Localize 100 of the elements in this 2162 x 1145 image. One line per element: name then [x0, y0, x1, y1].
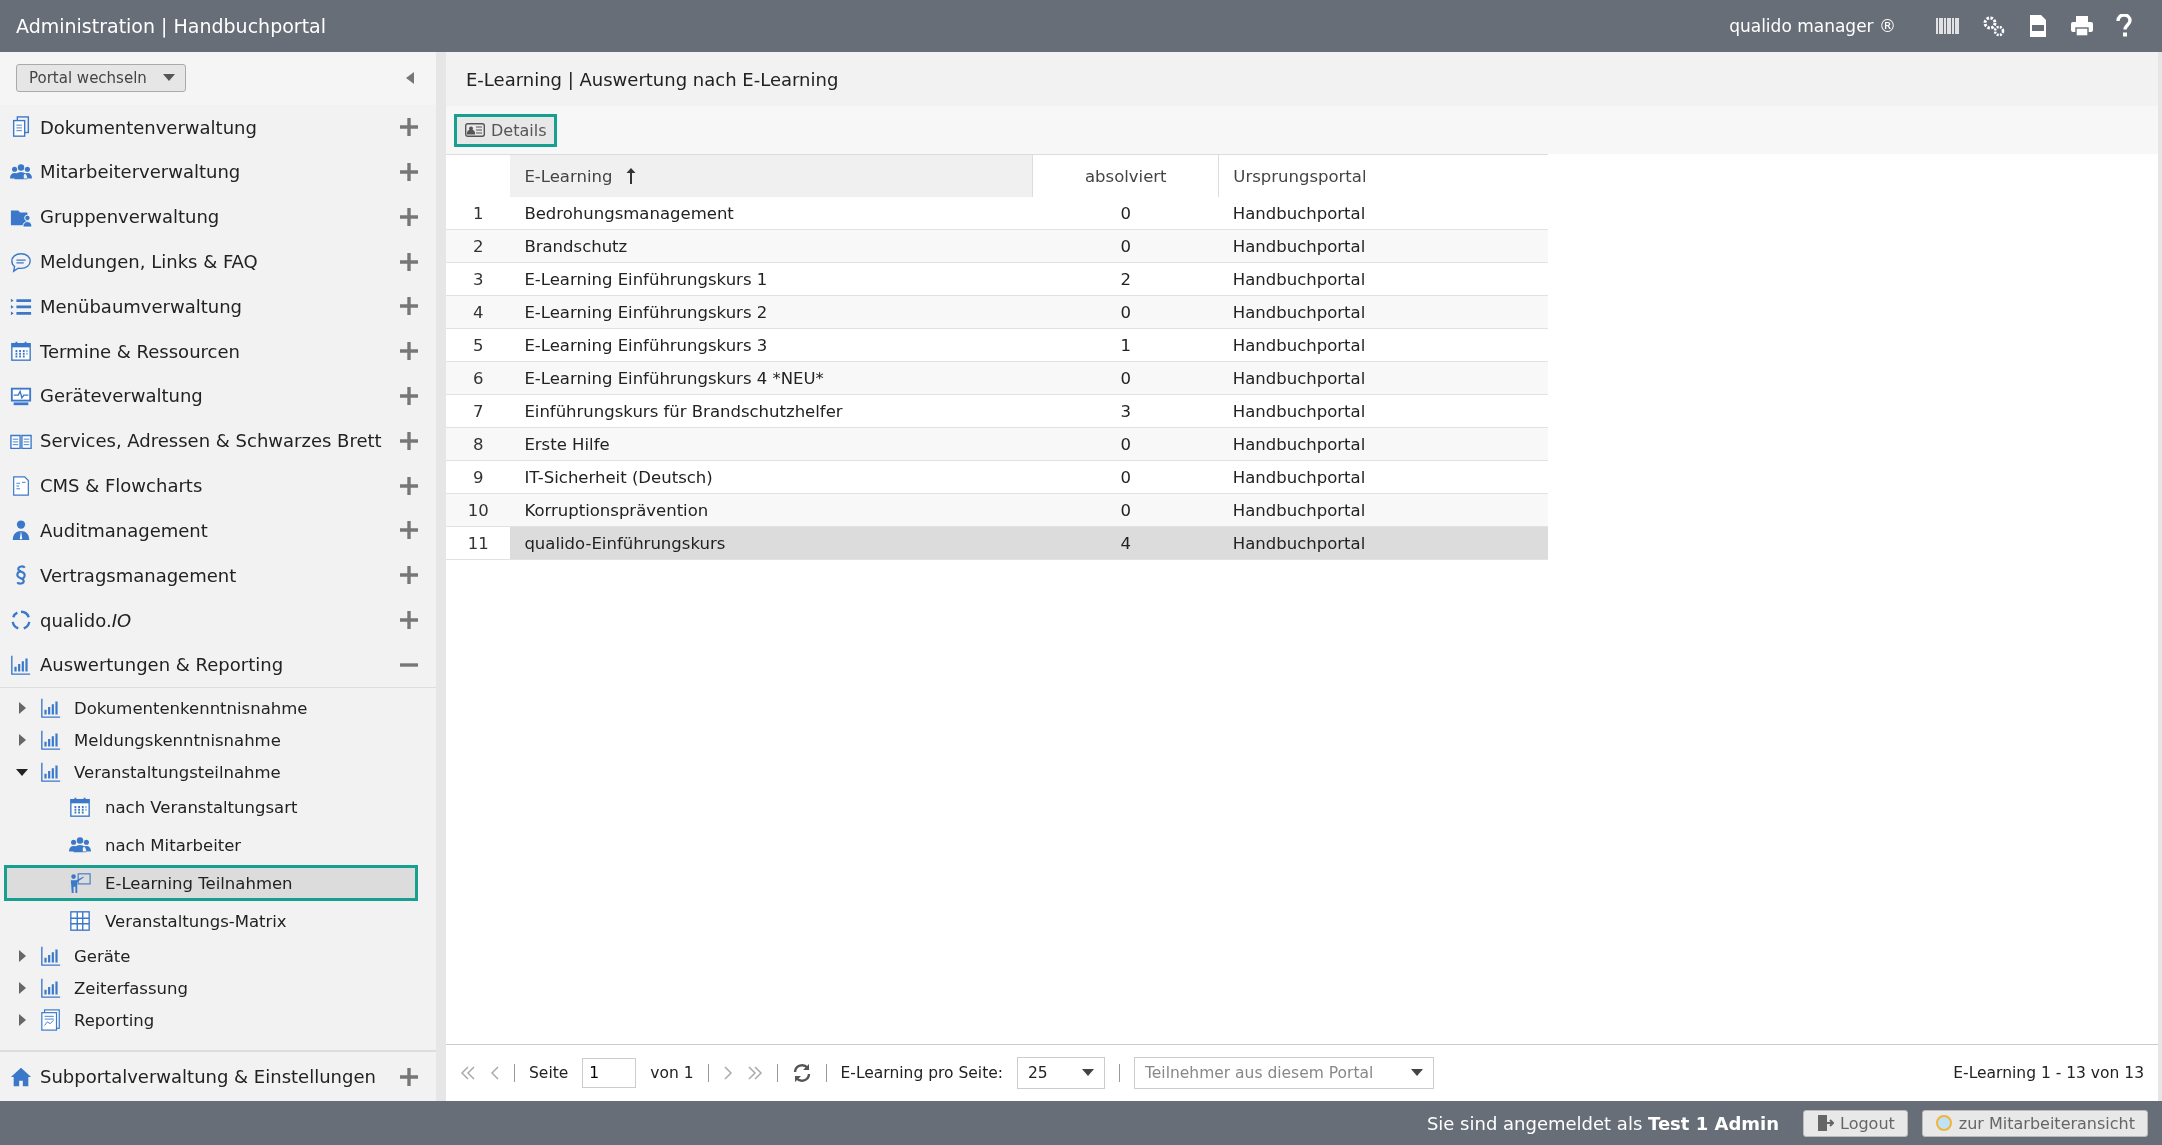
expand-icon[interactable] — [400, 342, 418, 361]
collapsed-arrow-icon[interactable] — [16, 734, 28, 747]
calendar-icon — [69, 796, 91, 819]
collapsed-arrow-icon[interactable] — [16, 1014, 28, 1027]
row-number: 7 — [446, 394, 511, 428]
caret-icon — [1411, 1069, 1423, 1077]
page-label: Seite — [529, 1064, 569, 1082]
table-cell: 0 — [1032, 493, 1219, 527]
tree-item[interactable]: Meldungskenntnisnahme — [74, 730, 281, 750]
table-cell: Einführungskurs für Brandschutzhelfer — [510, 394, 1033, 428]
table-cell: E-Learning Einführungskurs 3 — [510, 328, 1033, 362]
refresh-icon[interactable] — [791, 1063, 812, 1083]
tree-item-row[interactable]: nach Veranstaltungsart — [4, 789, 418, 826]
sidebar-item[interactable]: Subportalverwaltung & Einstellungen — [40, 1066, 392, 1088]
tree-item[interactable]: nach Mitarbeiter — [105, 835, 242, 855]
row-number: 3 — [446, 262, 511, 296]
tree-item[interactable]: Dokumentenkenntnisnahme — [74, 698, 308, 718]
expand-icon[interactable] — [400, 252, 418, 271]
collapsed-arrow-icon[interactable] — [16, 982, 28, 995]
tree-item[interactable]: Veranstaltungs-Matrix — [105, 911, 287, 931]
sidebar-item[interactable]: Auswertungen & Reporting — [40, 654, 392, 676]
page-number-field[interactable]: 1 — [582, 1058, 637, 1088]
table-cell: 2 — [1032, 262, 1219, 296]
tree-item-row[interactable]: Veranstaltungs-Matrix — [4, 903, 418, 940]
row-number: 2 — [446, 229, 511, 263]
expand-icon[interactable] — [400, 297, 418, 316]
employee-view-button[interactable]: zur Mitarbeiteransicht — [1921, 1109, 2148, 1137]
expand-icon[interactable] — [400, 207, 418, 226]
report-icon — [40, 1009, 62, 1032]
expand-icon[interactable] — [400, 1067, 418, 1086]
tree-item[interactable]: E-Learning Teilnahmen — [105, 873, 293, 893]
tree-item[interactable]: Zeiterfassung — [74, 978, 188, 998]
collapsed-arrow-icon[interactable] — [16, 702, 28, 715]
barcode-icon[interactable] — [1936, 16, 1960, 36]
tree-item[interactable]: nach Veranstaltungsart — [105, 797, 298, 817]
bar-chart-icon — [40, 977, 62, 1000]
bar-chart-icon — [40, 761, 62, 784]
sidebar-item[interactable]: Vertragsmanagement — [40, 564, 392, 586]
expand-icon[interactable] — [400, 566, 418, 585]
table-cell: 1 — [1032, 328, 1219, 362]
calendar-icon — [10, 340, 32, 363]
table-cell: Handbuchportal — [1218, 460, 1548, 494]
spreadsheet-file-icon[interactable] — [2028, 14, 2048, 38]
sidebar-item[interactable]: Termine & Ressourcen — [40, 340, 392, 362]
tree-item[interactable]: Veranstaltungsteilnahme — [74, 762, 281, 782]
table-cell: IT-Sicherheit (Deutsch) — [510, 460, 1033, 494]
sidebar-item[interactable]: Auditmanagement — [40, 519, 392, 541]
tree-item[interactable]: Geräte — [74, 946, 131, 966]
table-cell: Erste Hilfe — [510, 427, 1033, 461]
tree-item-row[interactable]: nach Mitarbeiter — [4, 827, 418, 864]
details-button[interactable]: Details — [454, 113, 558, 147]
expand-icon[interactable] — [400, 118, 418, 136]
logout-button[interactable]: Logout — [1803, 1109, 1908, 1137]
expand-icon[interactable] — [400, 611, 418, 630]
house-icon — [10, 1065, 32, 1088]
selected-tree-item[interactable]: E-Learning Teilnahmen — [4, 865, 418, 902]
per-page-dropdown[interactable]: 25 — [1017, 1057, 1105, 1089]
table-cell: Handbuchportal — [1218, 328, 1548, 362]
documents-icon — [10, 116, 32, 138]
table-cell: 0 — [1032, 197, 1219, 230]
sidebar-item[interactable]: Mitarbeiterverwaltung — [40, 161, 392, 183]
sidebar-item[interactable]: Services, Adressen & Schwarzes Brett — [40, 430, 392, 452]
table-cell: Handbuchportal — [1218, 295, 1548, 329]
column-header[interactable]: absolviert — [1032, 154, 1219, 197]
expand-icon[interactable] — [400, 476, 418, 495]
monitor-icon — [10, 385, 32, 407]
sidebar-item[interactable]: Gruppenverwaltung — [40, 206, 392, 228]
tree-item[interactable]: Reporting — [74, 1010, 155, 1030]
table-cell: E-Learning Einführungskurs 1 — [510, 262, 1033, 296]
table-cell: Handbuchportal — [1218, 229, 1548, 263]
help-icon[interactable] — [2116, 14, 2132, 38]
settings-icon[interactable] — [1982, 14, 2006, 38]
column-header[interactable]: E-Learning — [510, 154, 1033, 197]
expand-icon[interactable] — [400, 387, 418, 405]
sidebar-item[interactable]: Meldungen, Links & FAQ — [40, 251, 392, 272]
expand-icon[interactable] — [400, 162, 418, 181]
sidebar-item[interactable]: Dokumentenverwaltung — [40, 116, 392, 138]
table-cell: 0 — [1032, 361, 1219, 395]
bar-chart-icon — [40, 697, 62, 720]
portal-switch-dropdown[interactable]: Portal wechseln — [16, 64, 186, 93]
chat-icon — [10, 250, 32, 273]
expand-icon[interactable] — [400, 431, 418, 450]
collapse-sidebar-icon[interactable] — [406, 72, 414, 85]
caret-icon — [1082, 1069, 1094, 1077]
row-number: 9 — [446, 460, 511, 494]
sidebar-item[interactable]: Menübaumverwaltung — [40, 295, 392, 317]
portal-filter-dropdown[interactable]: Teilnehmer aus diesem Portal — [1134, 1057, 1434, 1089]
collapsed-arrow-icon[interactable] — [16, 950, 28, 963]
table-cell: 0 — [1032, 295, 1219, 329]
sidebar-item[interactable]: qualido.IO — [40, 609, 392, 631]
bar-chart-icon — [40, 945, 62, 968]
expand-icon[interactable] — [400, 521, 418, 540]
grid-icon — [69, 910, 91, 933]
table-cell: Korruptionsprävention — [510, 493, 1033, 527]
sidebar-item[interactable]: CMS & Flowcharts — [40, 475, 392, 497]
printer-icon[interactable] — [2070, 15, 2094, 37]
table-cell: Handbuchportal — [1218, 394, 1548, 428]
row-number: 5 — [446, 328, 511, 362]
column-header[interactable]: Ursprungsportal — [1218, 154, 1548, 197]
sidebar-item[interactable]: Geräteverwaltung — [40, 385, 392, 407]
